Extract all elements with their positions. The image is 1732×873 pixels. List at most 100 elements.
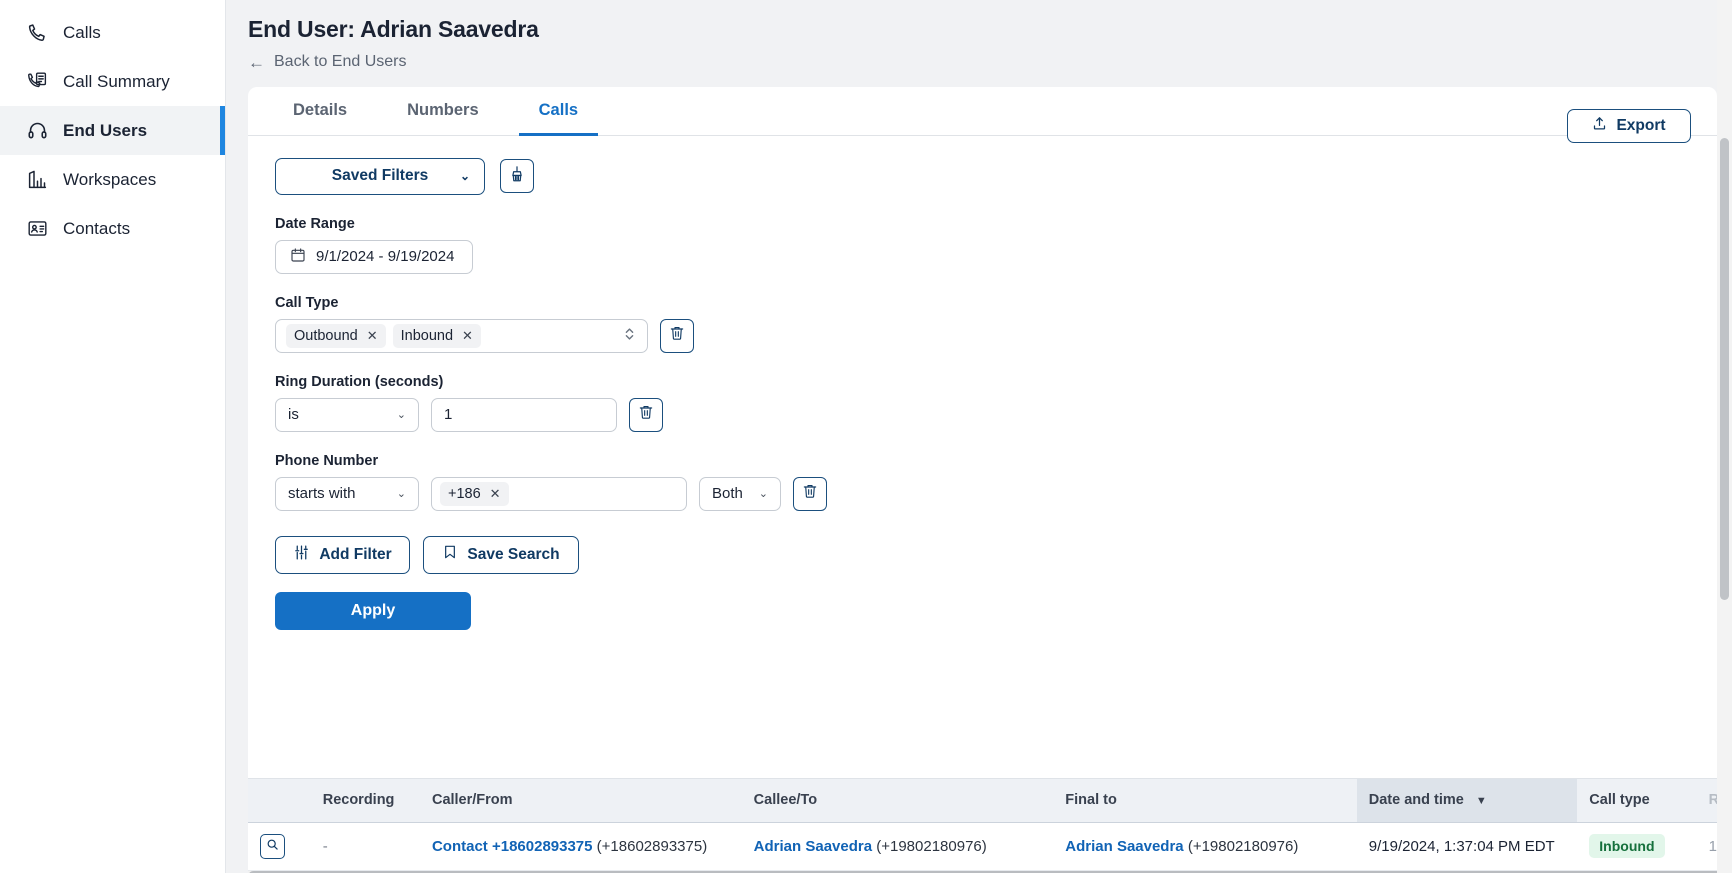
sidebar-item-calls[interactable]: Calls (0, 8, 225, 57)
chip-remove-icon[interactable]: ✕ (462, 328, 473, 344)
column-header-recording[interactable]: Recording (310, 777, 420, 823)
column-header-final-to[interactable]: Final to (1053, 777, 1357, 823)
chip-remove-icon[interactable]: ✕ (490, 486, 501, 502)
chevron-down-icon: ⌄ (396, 488, 406, 500)
tab-numbers[interactable]: Numbers (387, 88, 499, 136)
save-search-label: Save Search (467, 545, 560, 563)
sidebar-item-end-users[interactable]: End Users (0, 106, 225, 155)
date-range-value: 9/1/2024 - 9/19/2024 (316, 248, 455, 265)
sort-descending-icon: ▼ (1475, 795, 1487, 807)
phone-number-token-input[interactable]: +186 ✕ (431, 476, 687, 511)
calls-card: Details Numbers Calls Saved Filters ⌄ Ex… (248, 86, 1717, 873)
contact-card-icon (26, 218, 48, 240)
ring-duration-value: 1 (444, 406, 453, 423)
column-header-select (248, 777, 311, 823)
column-label: Date and time (1368, 792, 1464, 808)
final-to-link[interactable]: Adrian Saavedra (1065, 838, 1183, 855)
cell-date-and-time: 9/19/2024, 1:37:04 PM EDT (1356, 822, 1578, 871)
call-type-chip-inbound[interactable]: Inbound ✕ (392, 323, 481, 348)
cell-recording: - (310, 822, 420, 871)
column-header-caller-from[interactable]: Caller/From (419, 777, 742, 823)
column-header-ring[interactable]: Ring (1696, 777, 1717, 823)
tab-label: Numbers (407, 100, 479, 119)
remove-call-type-filter-button[interactable] (660, 318, 694, 353)
table-header-row: Recording Caller/From Callee/To Final to… (248, 777, 1717, 823)
sidebar-item-label: Call Summary (63, 71, 170, 91)
sidebar-item-call-summary[interactable]: Call Summary (0, 57, 225, 106)
saved-filters-dropdown[interactable]: Saved Filters ⌄ (275, 157, 485, 195)
cell-call-type: Inbound (1577, 822, 1697, 871)
apply-button[interactable]: Apply (275, 591, 471, 630)
phone-document-icon (26, 71, 48, 93)
column-header-date-and-time[interactable]: Date and time ▼ (1356, 777, 1578, 823)
main-content: End User: Adrian Saavedra ← Back to End … (226, 0, 1732, 873)
back-link-label: Back to End Users (274, 53, 407, 70)
caller-number: (+18602893375) (596, 837, 708, 855)
upload-icon (1592, 116, 1607, 136)
inspect-call-button[interactable] (260, 833, 285, 859)
phone-number-operator-value: starts with (288, 485, 356, 502)
add-filter-button[interactable]: Add Filter (275, 535, 410, 574)
phone-number-direction-select[interactable]: Both ⌄ (699, 476, 781, 511)
remove-phone-number-filter-button[interactable] (793, 476, 827, 511)
chip-label: +186 (448, 485, 481, 502)
callee-link[interactable]: Adrian Saavedra (754, 838, 872, 855)
saved-filters-label: Saved Filters (331, 167, 429, 184)
tab-calls[interactable]: Calls (518, 88, 599, 136)
phone-icon (26, 22, 48, 44)
back-to-end-users-link[interactable]: ← Back to End Users (248, 53, 407, 71)
ring-duration-row: is ⌄ 1 (275, 397, 1691, 432)
sliders-icon (293, 544, 310, 566)
tab-bar: Details Numbers Calls (248, 87, 1717, 136)
apply-label: Apply (350, 601, 396, 619)
row-inspect-cell (248, 822, 311, 871)
ring-duration-operator-select[interactable]: is ⌄ (275, 397, 419, 432)
call-type-row: Outbound ✕ Inbound ✕ (275, 318, 1691, 353)
cell-caller-from: Contact +18602893375 (+18602893375) (419, 822, 742, 871)
sidebar-item-label: Contacts (63, 218, 131, 238)
call-type-chip-outbound[interactable]: Outbound ✕ (286, 323, 386, 348)
headset-icon (26, 120, 48, 142)
page-title: End User: Adrian Saavedra (248, 16, 539, 42)
calls-table-container[interactable]: Recording Caller/From Callee/To Final to… (248, 777, 1717, 873)
trash-icon (638, 404, 654, 425)
phone-number-label: Phone Number (275, 452, 379, 469)
calls-table-body: - Contact +18602893375 (+18602893375) Ad… (248, 822, 1717, 873)
cell-final-to: Adrian Saavedra (+19802180976) (1053, 822, 1357, 871)
sidebar: Calls Call Summary End Users Workspaces … (0, 0, 226, 873)
remove-ring-duration-filter-button[interactable] (629, 397, 663, 432)
export-label: Export (1616, 116, 1666, 134)
date-range-label: Date Range (275, 215, 355, 232)
chevron-down-icon: ⌄ (396, 409, 406, 421)
sidebar-item-workspaces[interactable]: Workspaces (0, 155, 225, 204)
cell-callee-to: Adrian Saavedra (+19802180976) (741, 822, 1054, 871)
ring-duration-label: Ring Duration (seconds) (275, 373, 444, 390)
sidebar-item-contacts[interactable]: Contacts (0, 204, 225, 253)
trash-icon (802, 483, 818, 504)
chip-label: Inbound (400, 327, 454, 344)
date-range-input[interactable]: 9/1/2024 - 9/19/2024 (275, 239, 473, 274)
table-row[interactable]: - Contact +18602893375 (+18602893375) Ad… (248, 822, 1717, 871)
arrow-left-icon: ← (248, 52, 265, 72)
vertical-scrollbar-thumb[interactable] (1720, 138, 1729, 600)
bookmark-icon (442, 544, 458, 565)
page-header: End User: Adrian Saavedra ← Back to End … (226, 0, 1732, 73)
save-search-button[interactable]: Save Search (423, 535, 579, 574)
call-type-multiselect[interactable]: Outbound ✕ Inbound ✕ (275, 318, 648, 353)
date-range-row: 9/1/2024 - 9/19/2024 (275, 239, 1691, 274)
export-button[interactable]: Export (1567, 108, 1691, 143)
chip-remove-icon[interactable]: ✕ (367, 328, 378, 344)
tab-details[interactable]: Details (273, 88, 367, 136)
ring-duration-value-input[interactable]: 1 (431, 397, 617, 432)
column-header-callee-to[interactable]: Callee/To (741, 777, 1054, 823)
phone-number-chip[interactable]: +186 ✕ (440, 481, 509, 506)
phone-number-operator-select[interactable]: starts with ⌄ (275, 476, 419, 511)
broom-icon (508, 165, 526, 188)
phone-number-row: starts with ⌄ +186 ✕ Both ⌄ (275, 476, 1691, 511)
clear-filters-button[interactable] (500, 159, 534, 193)
sidebar-item-label: Workspaces (63, 169, 157, 189)
caller-link[interactable]: Contact +18602893375 (432, 838, 593, 855)
phone-number-direction-value: Both (712, 485, 743, 502)
column-header-call-type[interactable]: Call type (1577, 777, 1697, 823)
chevron-updown-icon (624, 326, 635, 345)
